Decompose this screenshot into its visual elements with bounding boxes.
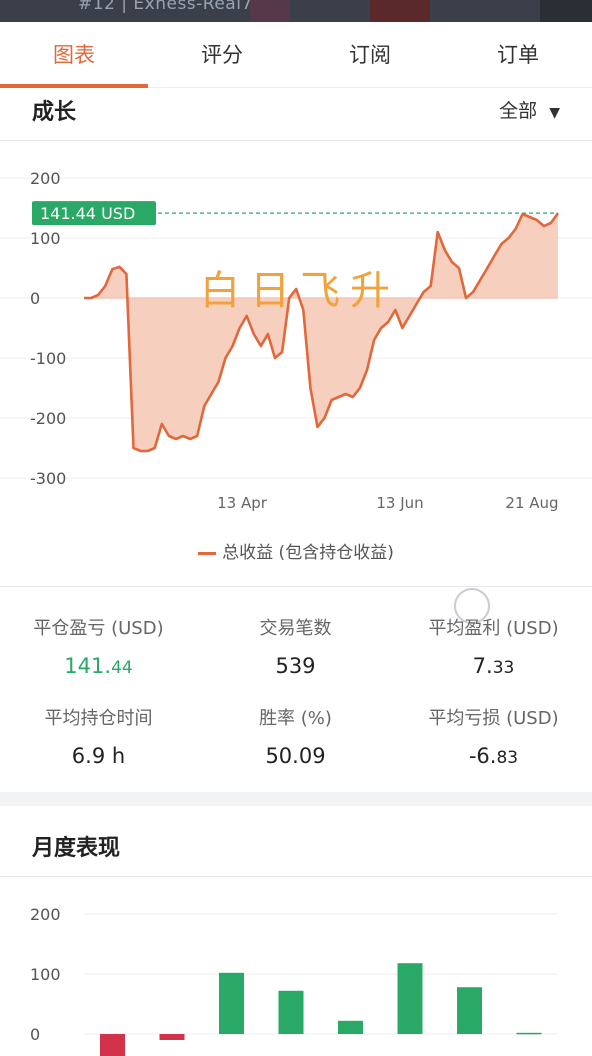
background-block <box>540 0 592 22</box>
stat-value: 50.09 <box>265 744 326 768</box>
tab-subscribe[interactable]: 订阅 <box>296 22 444 88</box>
tab-bar: 图表 评分 订阅 订单 <box>0 22 592 88</box>
y-tick-label: 0 <box>30 1025 40 1044</box>
stat-value: 7.33 <box>472 654 515 678</box>
divider <box>0 876 592 877</box>
account-label: #12 | Exness-Real7 <box>78 0 253 14</box>
y-tick-label: -100 <box>30 349 66 368</box>
current-value-label: 141.44 USD <box>40 204 135 223</box>
stat-trade-count: 交易笔数 539 <box>197 614 394 678</box>
range-dropdown[interactable]: 全部 ▼ <box>499 96 560 123</box>
stat-value: -6.83 <box>468 744 519 768</box>
stat-label: 胜率 (%) <box>259 708 332 729</box>
stat-value: 141.44 <box>64 654 133 678</box>
divider <box>0 140 592 141</box>
range-value: 全部 <box>499 100 538 122</box>
y-tick-label: -300 <box>30 469 66 488</box>
stat-avg-hold-time: 平均持仓时间 6.9 h <box>0 704 197 768</box>
tab-orders[interactable]: 订单 <box>444 22 592 88</box>
stat-avg-profit: 平均盈利 (USD) 7.33 <box>395 614 592 678</box>
y-tick-label: 200 <box>30 905 61 924</box>
stat-win-rate: 胜率 (%) 50.09 <box>197 704 394 768</box>
handwritten-annotation: 白日飞升 <box>200 268 400 314</box>
stat-label: 平仓盈亏 (USD) <box>33 618 164 639</box>
section-title-monthly: 月度表现 <box>32 836 121 861</box>
bar <box>457 987 482 1034</box>
y-tick-label: 100 <box>30 965 61 984</box>
bar <box>397 963 423 1034</box>
stat-avg-loss: 平均亏损 (USD) -6.83 <box>395 704 592 768</box>
stat-label: 平均盈利 (USD) <box>428 618 559 639</box>
divider <box>0 586 592 587</box>
y-tick-label: 100 <box>30 229 61 248</box>
y-tick-label: 0 <box>30 289 40 308</box>
legend-swatch <box>198 551 217 555</box>
chart-grid <box>84 913 558 1035</box>
y-tick-label: 200 <box>30 169 61 188</box>
chart-legend: 总收益 (包含持仓收益) <box>0 538 592 563</box>
y-axis-ticks: 200 100 0 <box>30 905 61 1044</box>
bar <box>219 972 244 1034</box>
series-area <box>84 213 558 451</box>
growth-chart: 2001000-100-200-300 141.44 USD 13 Apr 13 … <box>0 169 592 512</box>
stat-value: 539 <box>275 654 316 678</box>
x-tick-label: 13 Jun <box>376 494 423 512</box>
bar-series <box>100 963 542 1056</box>
tab-rating[interactable]: 评分 <box>148 22 296 88</box>
stat-label: 平均持仓时间 <box>44 708 153 729</box>
stat-label: 平均亏损 (USD) <box>428 708 559 729</box>
stat-closed-pnl: 平仓盈亏 (USD) 141.44 <box>0 614 197 678</box>
status-strip: #12 | Exness-Real7 <box>0 0 592 22</box>
tab-chart[interactable]: 图表 <box>0 22 148 88</box>
y-tick-label: -200 <box>30 409 66 428</box>
stat-label: 交易笔数 <box>259 618 332 639</box>
stat-value: 6.9 h <box>71 744 126 768</box>
background-block <box>250 0 290 22</box>
legend-label: 总收益 (包含持仓收益) <box>222 543 394 563</box>
x-axis-ticks: 13 Apr 13 Jun 21 Aug <box>217 494 558 512</box>
caret-down-icon: ▼ <box>549 105 560 121</box>
x-tick-label: 21 Aug <box>505 494 558 512</box>
bar <box>159 1034 185 1040</box>
bar <box>100 1034 125 1056</box>
bar <box>278 990 304 1034</box>
bar <box>338 1020 363 1034</box>
x-tick-label: 13 Apr <box>217 494 268 512</box>
section-title-growth: 成长 <box>32 100 77 125</box>
active-tab-indicator <box>0 84 148 88</box>
bar <box>516 1032 542 1035</box>
section-separator <box>0 792 592 806</box>
monthly-chart: 200 100 0 <box>30 905 558 1056</box>
background-block <box>370 0 430 22</box>
